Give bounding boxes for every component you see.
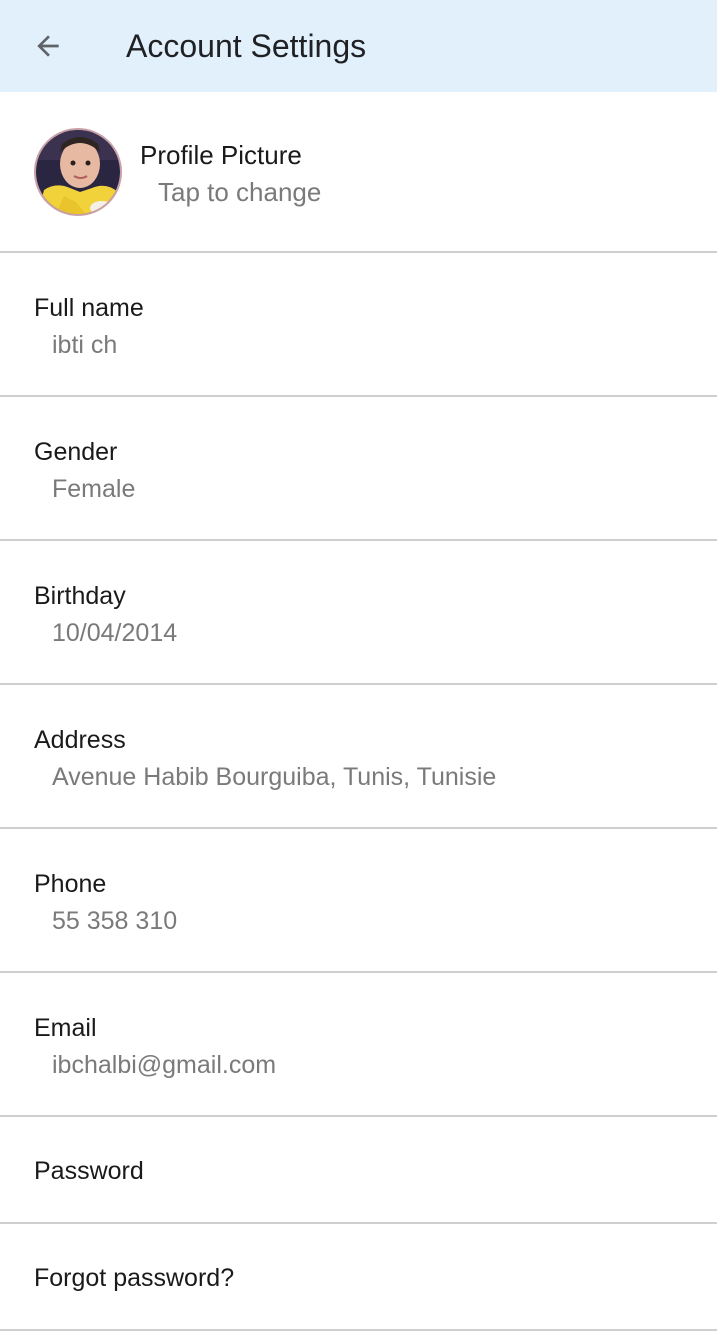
email-row[interactable]: Email ibchalbi@gmail.com [0, 973, 717, 1117]
avatar[interactable] [34, 128, 122, 216]
gender-value: Female [52, 475, 136, 503]
address-row[interactable]: Address Avenue Habib Bourguiba, Tunis, T… [0, 685, 717, 829]
full-name-value: ibti ch [52, 331, 118, 359]
address-value: Avenue Habib Bourguiba, Tunis, Tunisie [52, 763, 497, 791]
full-name-row[interactable]: Full name ibti ch [0, 253, 717, 397]
birthday-value: 10/04/2014 [52, 619, 178, 647]
page-title: Account Settings [126, 28, 367, 64]
profile-photo-image [36, 130, 120, 214]
gender-label: Gender [34, 438, 118, 466]
birthday-row[interactable]: Birthday 10/04/2014 [0, 541, 717, 685]
phone-row[interactable]: Phone 55 358 310 [0, 829, 717, 973]
profile-picture-row[interactable]: Profile Picture Tap to change [0, 92, 717, 253]
profile-picture-hint: Tap to change [158, 177, 322, 207]
phone-value: 55 358 310 [52, 907, 178, 935]
back-button[interactable] [22, 20, 74, 72]
profile-picture-label: Profile Picture [140, 140, 302, 170]
app-bar: Account Settings [0, 0, 717, 92]
full-name-label: Full name [34, 294, 144, 322]
birthday-label: Birthday [34, 582, 126, 610]
phone-label: Phone [34, 870, 107, 898]
forgot-password-label: Forgot password? [34, 1264, 235, 1292]
password-label: Password [34, 1157, 144, 1185]
forgot-password-row[interactable]: Forgot password? [0, 1224, 717, 1331]
email-value: ibchalbi@gmail.com [52, 1051, 277, 1079]
address-label: Address [34, 726, 126, 754]
email-label: Email [34, 1014, 97, 1042]
arrow-left-icon [37, 35, 59, 57]
gender-row[interactable]: Gender Female [0, 397, 717, 541]
password-row[interactable]: Password [0, 1117, 717, 1224]
